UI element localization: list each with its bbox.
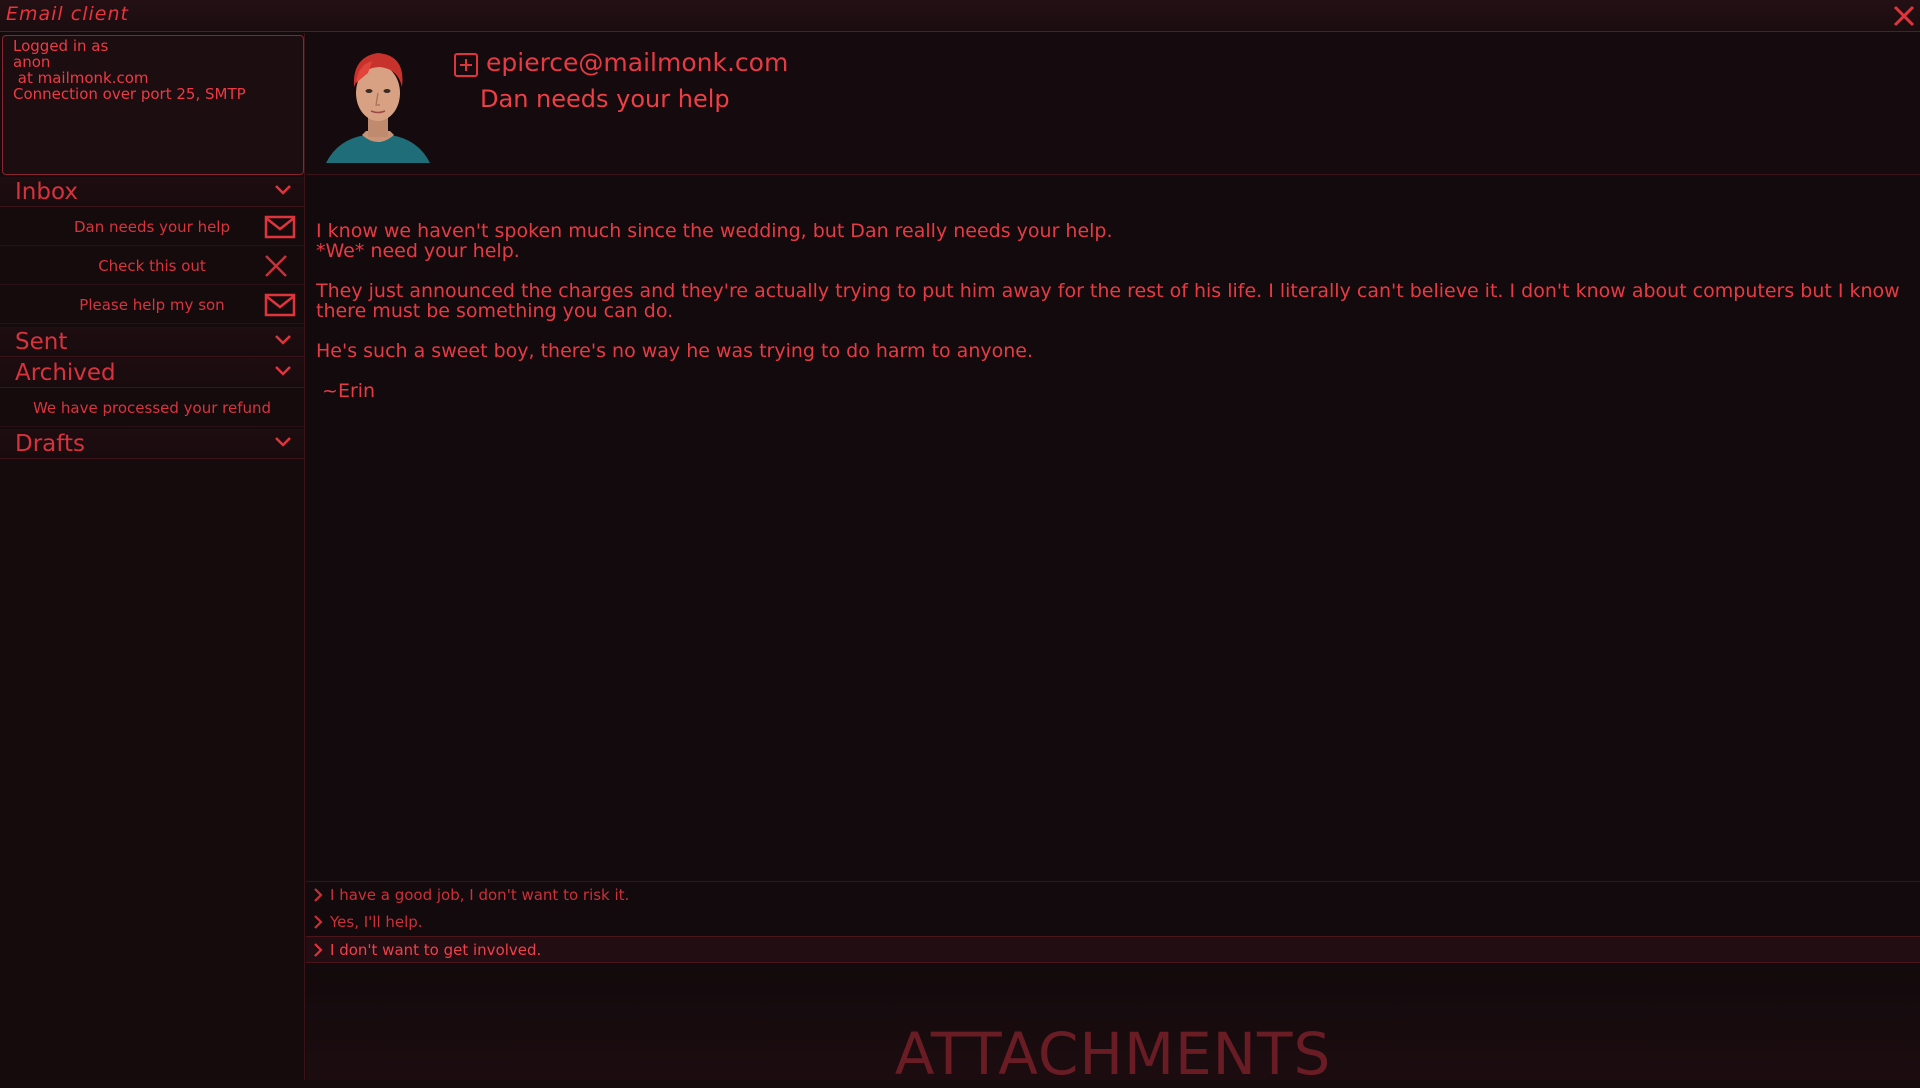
- mail-subject: We have processed your refund: [32, 399, 272, 417]
- folder-label: Inbox: [15, 179, 78, 205]
- signature: ~Erin: [316, 380, 376, 402]
- chevron-right-icon: [314, 915, 323, 929]
- list-item[interactable]: Check this out: [0, 247, 304, 285]
- folder-label: Drafts: [15, 431, 85, 457]
- reply-option[interactable]: Yes, I'll help.: [306, 909, 1920, 936]
- folder-label: Archived: [15, 360, 116, 386]
- chevron-down-icon: [275, 335, 291, 345]
- envelope-icon: [264, 215, 296, 239]
- close-window-button[interactable]: [1890, 2, 1918, 30]
- body-paragraph: They just announced the charges and they…: [316, 280, 1900, 322]
- reply-option[interactable]: I have a good job, I don't want to risk …: [306, 882, 1920, 909]
- login-username: anon: [13, 53, 51, 71]
- message-subject: Dan needs your help: [480, 85, 730, 113]
- folder-sent[interactable]: Sent: [0, 327, 304, 357]
- list-item[interactable]: We have processed your refund: [0, 389, 304, 427]
- sidebar: Logged in as anon at mailmonk.com Connec…: [0, 33, 305, 1080]
- sender-address: epierce@mailmonk.com: [486, 48, 789, 77]
- connection-info: Connection over port 25, SMTP: [13, 85, 246, 103]
- body-paragraph: I know we haven't spoken much since the …: [316, 220, 1113, 242]
- chevron-right-icon: [314, 888, 323, 902]
- login-domain: at mailmonk.com: [13, 69, 149, 87]
- chevron-down-icon: [275, 185, 291, 195]
- window-title: Email client: [6, 3, 129, 25]
- reply-label: I have a good job, I don't want to risk …: [330, 886, 630, 904]
- folder-inbox[interactable]: Inbox: [0, 177, 304, 207]
- email-client-window: Email client Logged in as anon at mailmo…: [0, 0, 1920, 1088]
- folder-archived[interactable]: Archived: [0, 358, 304, 388]
- folder-drafts[interactable]: Drafts: [0, 429, 304, 459]
- attachments-panel: ATTACHMENTS: [306, 965, 1920, 1088]
- attachments-title: ATTACHMENTS: [894, 1020, 1332, 1088]
- message-body: I know we haven't spoken much since the …: [306, 176, 1920, 881]
- avatar: [318, 43, 438, 163]
- message-header: epierce@mailmonk.com Dan needs your help: [306, 33, 1920, 175]
- body-paragraph: *We* need your help.: [316, 240, 520, 262]
- title-bar: Email client: [0, 0, 1920, 32]
- reply-options: I have a good job, I don't want to risk …: [306, 881, 1920, 965]
- chevron-down-icon: [275, 437, 291, 447]
- chevron-right-icon: [314, 943, 323, 957]
- mail-subject: Please help my son: [79, 296, 225, 314]
- body-paragraph: He's such a sweet boy, there's no way he…: [316, 340, 1034, 362]
- plus-icon: [460, 59, 472, 71]
- mail-subject: Dan needs your help: [73, 218, 230, 236]
- login-line: Logged in as: [13, 37, 109, 55]
- close-icon: [1893, 5, 1915, 27]
- reply-label: Yes, I'll help.: [330, 913, 423, 931]
- folder-label: Sent: [15, 329, 68, 355]
- close-icon: [265, 255, 287, 277]
- mail-subject: Check this out: [98, 257, 206, 275]
- chevron-down-icon: [275, 366, 291, 376]
- list-item[interactable]: Please help my son: [0, 286, 304, 324]
- reply-label: I don't want to get involved.: [330, 941, 542, 959]
- login-info-box: Logged in as anon at mailmonk.com Connec…: [2, 35, 304, 175]
- list-item[interactable]: Dan needs your help: [0, 208, 304, 246]
- envelope-icon: [264, 293, 296, 317]
- add-contact-button[interactable]: [454, 53, 478, 77]
- reply-option[interactable]: I don't want to get involved.: [306, 936, 1920, 963]
